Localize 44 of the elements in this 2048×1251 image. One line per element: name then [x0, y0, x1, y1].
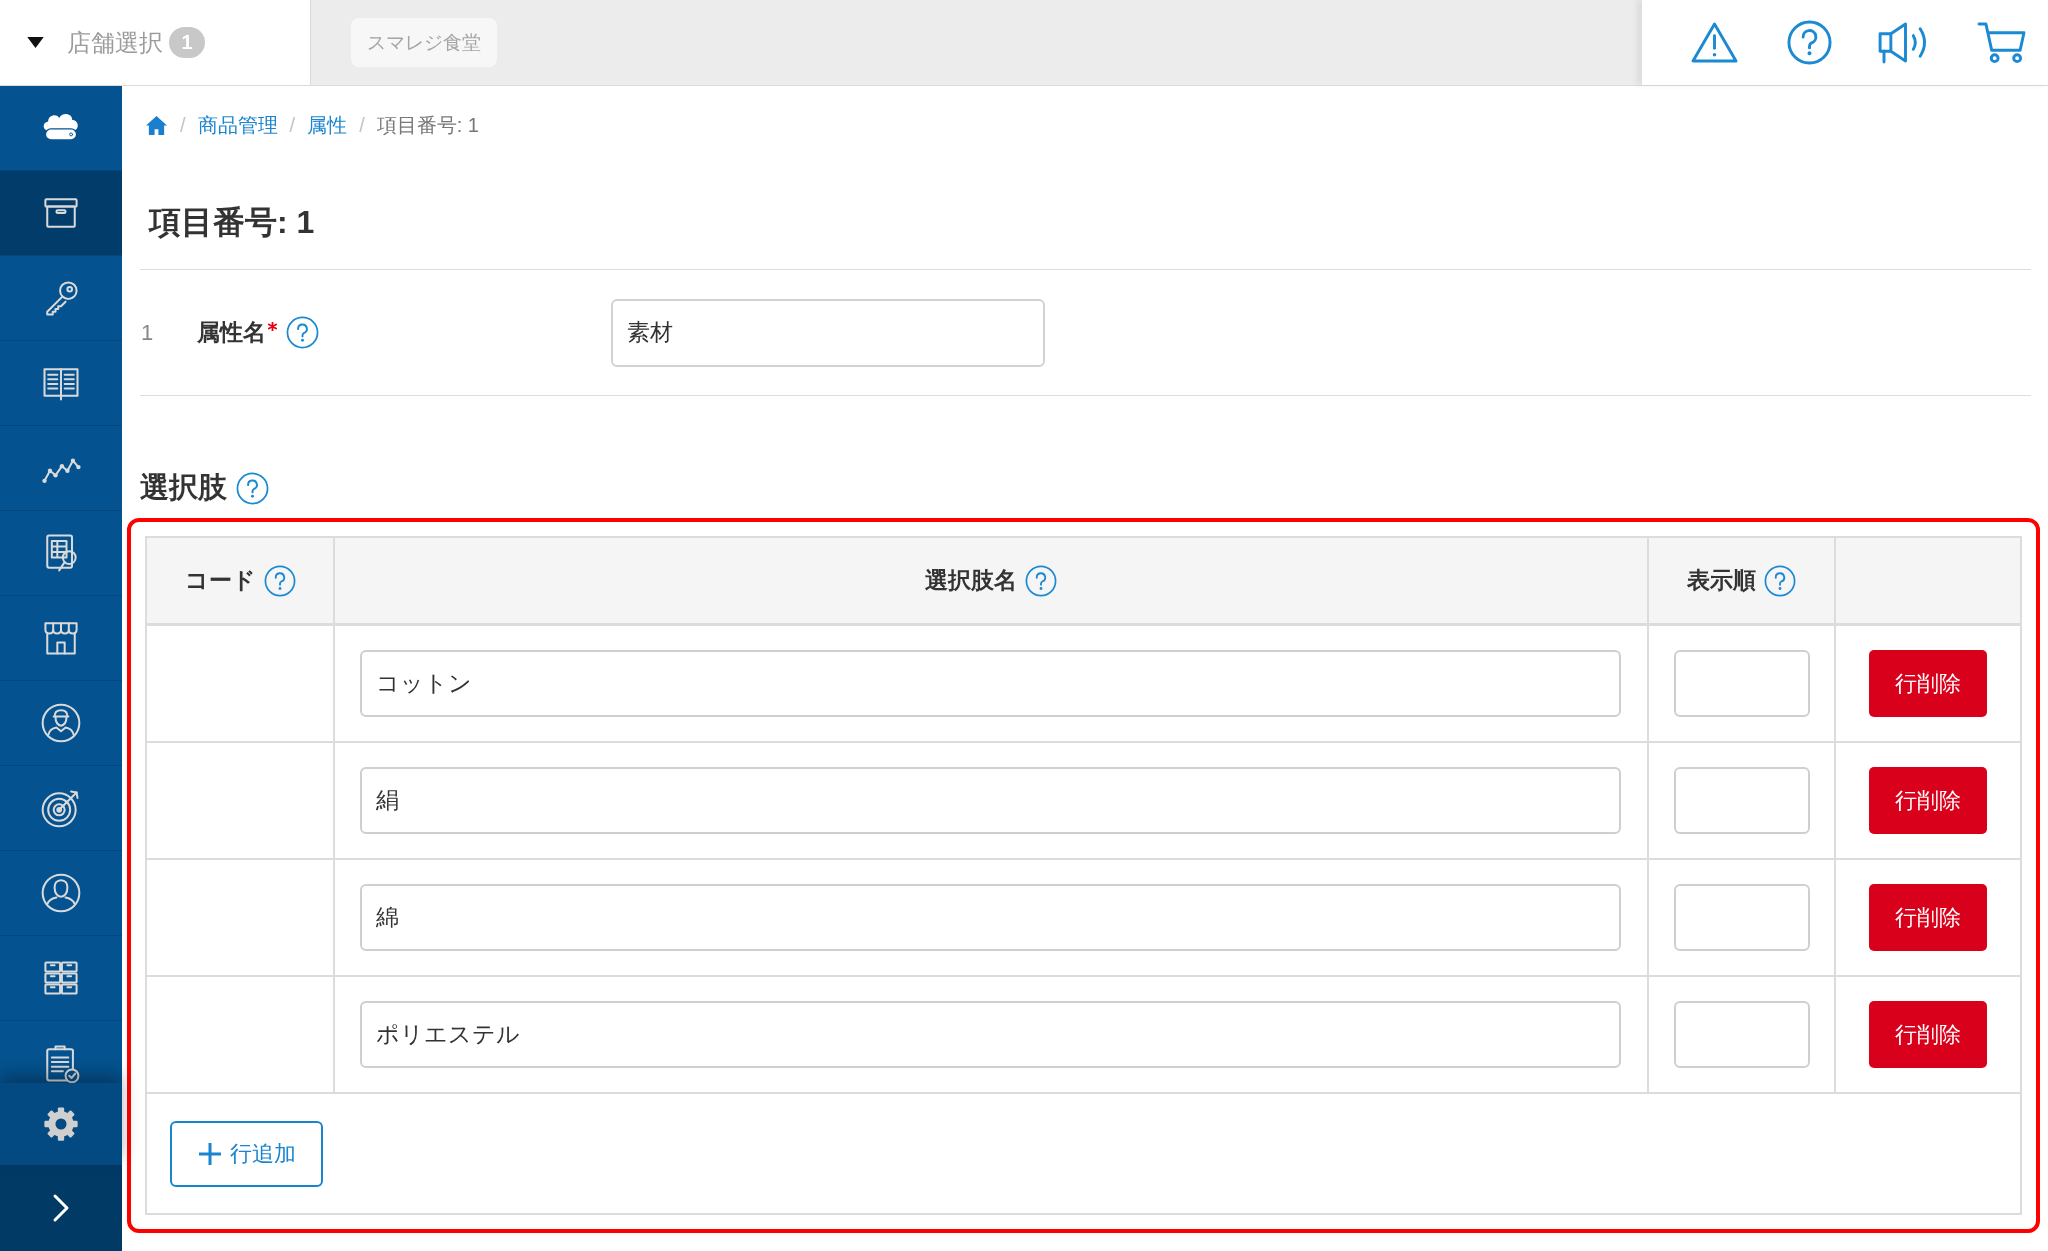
sidebar-item[interactable]	[0, 171, 122, 256]
plus-icon	[197, 1141, 222, 1166]
field-label: 属性名	[197, 318, 266, 347]
help-icon[interactable]	[1764, 564, 1796, 597]
breadcrumb-link[interactable]: 商品管理	[197, 111, 278, 139]
section-heading: 選択肢	[140, 470, 227, 505]
page-title: 項目番号: 1	[149, 203, 316, 242]
help-icon[interactable]	[236, 471, 269, 505]
attribute-name-field[interactable]: 素材	[611, 298, 1045, 367]
warning-icon[interactable]	[1690, 21, 1739, 64]
display-order-field[interactable]	[1673, 650, 1810, 717]
settings-button[interactable]	[0, 1083, 122, 1165]
caret-down-icon	[27, 37, 44, 48]
person-cap-circle-icon	[39, 701, 83, 745]
option-name-field[interactable]: 綿	[360, 884, 1621, 951]
delete-row-button[interactable]: 行削除	[1869, 884, 1987, 951]
gear-icon	[42, 1105, 80, 1143]
help-icon[interactable]	[286, 316, 319, 349]
option-name-field[interactable]: ポリエステル	[360, 1001, 1621, 1068]
option-name-field[interactable]: コットン	[360, 650, 1621, 717]
add-row-button[interactable]: 行追加	[170, 1120, 323, 1187]
help-icon[interactable]	[263, 564, 296, 597]
delete-row-button[interactable]: 行削除	[1869, 650, 1987, 717]
delete-row-button[interactable]: 行削除	[1869, 767, 1987, 834]
help-icon[interactable]	[1787, 20, 1832, 65]
breadcrumb-current: 項目番号: 1	[376, 112, 479, 138]
column-header: 表示順	[1687, 566, 1756, 595]
display-order-field[interactable]	[1673, 1001, 1810, 1068]
delete-row-button[interactable]: 行削除	[1869, 1001, 1987, 1068]
column-header: 選択肢名	[925, 566, 1017, 595]
breadcrumb-separator: /	[180, 113, 186, 137]
cart-icon[interactable]	[1977, 21, 2026, 64]
column-header: コード	[184, 566, 256, 595]
help-icon[interactable]	[1025, 564, 1057, 597]
display-order-field[interactable]	[1673, 884, 1810, 951]
field-number: 1	[140, 319, 155, 346]
breadcrumb-link[interactable]: 属性	[307, 111, 348, 139]
chevron-right-icon	[52, 1192, 70, 1224]
breadcrumb-separator: /	[289, 113, 296, 137]
person-circle-icon	[39, 871, 83, 915]
home-icon[interactable]	[145, 114, 168, 136]
breadcrumb-separator: /	[359, 113, 365, 137]
display-order-field[interactable]	[1673, 767, 1810, 834]
option-name-field[interactable]: 絹	[360, 767, 1621, 834]
